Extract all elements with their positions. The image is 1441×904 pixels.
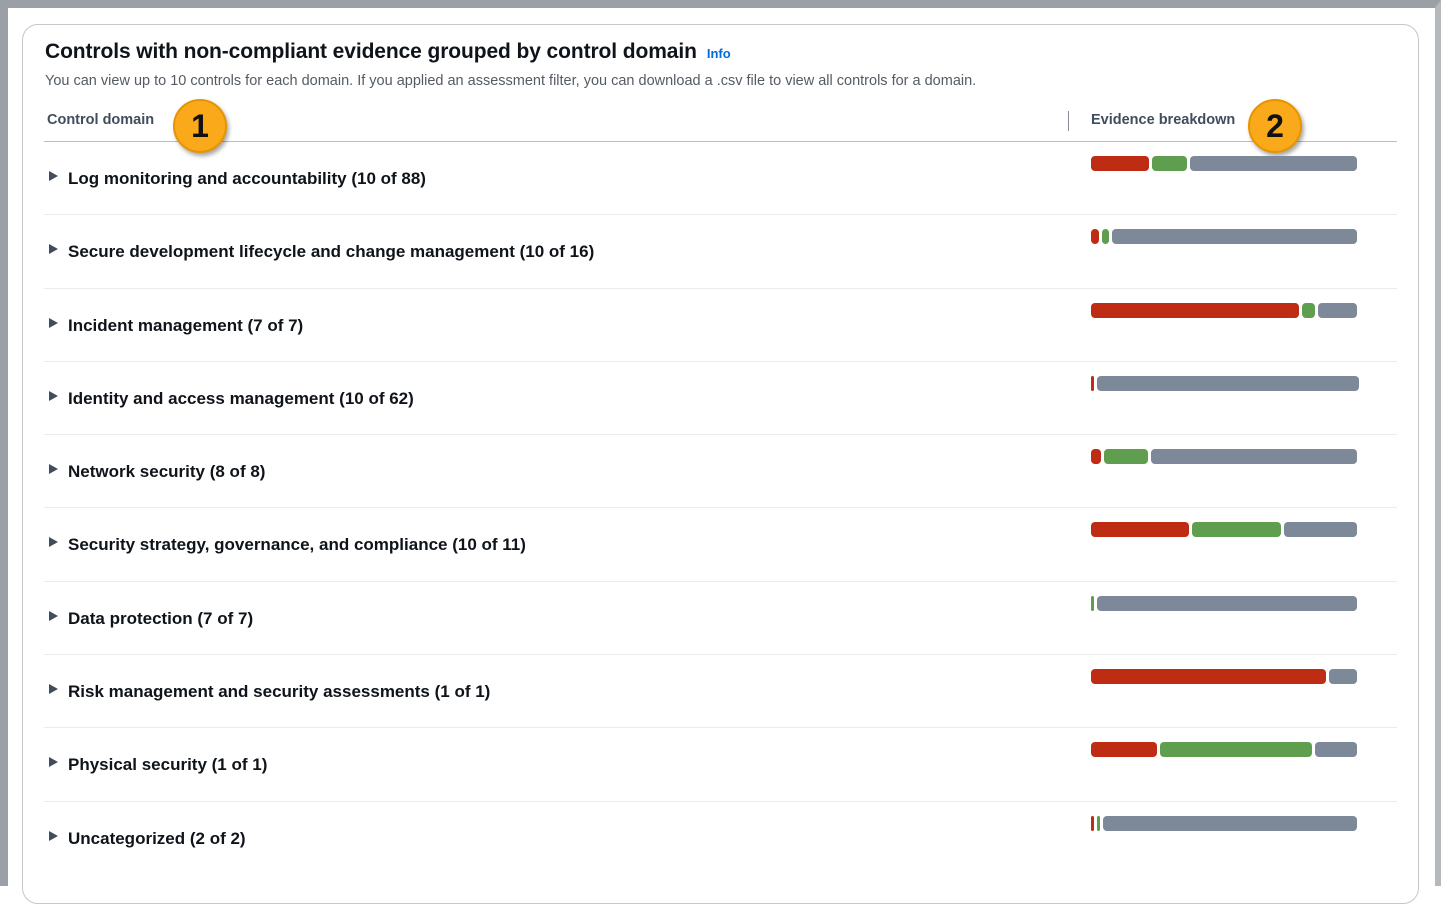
panel-title: Controls with non-compliant evidence gro… [45, 40, 697, 63]
control-domain-row[interactable]: Security strategy, governance, and compl… [44, 508, 1397, 582]
evidence-segment-non-compliant[interactable] [1091, 669, 1326, 685]
evidence-breakdown-bar[interactable] [1091, 815, 1358, 831]
evidence-segment-inconclusive[interactable] [1314, 742, 1357, 758]
column-header-control-domain: Control domain [47, 112, 155, 128]
evidence-segment-inconclusive[interactable] [1097, 375, 1359, 391]
control-domain-row[interactable]: Network security (8 of 8) [44, 435, 1397, 509]
control-domain-row[interactable]: Data protection (7 of 7) [44, 582, 1397, 656]
evidence-segment-non-compliant[interactable] [1091, 156, 1150, 171]
evidence-segment-non-compliant[interactable] [1091, 229, 1100, 245]
evidence-segment-non-compliant[interactable] [1091, 522, 1189, 538]
panel-header: Controls with non-compliant evidence gro… [45, 40, 731, 64]
expand-caret-icon[interactable] [49, 830, 58, 841]
evidence-breakdown-bar[interactable] [1091, 302, 1357, 318]
evidence-segment-non-compliant[interactable] [1091, 742, 1157, 758]
expand-caret-icon[interactable] [49, 610, 58, 621]
expand-caret-icon[interactable] [49, 244, 58, 255]
control-domain-row[interactable]: Physical security (1 of 1) [44, 728, 1397, 802]
panel-description: You can view up to 10 controls for each … [45, 73, 977, 89]
control-domain-label[interactable]: Risk management and security assessments… [68, 682, 490, 702]
expand-caret-icon[interactable] [49, 390, 58, 401]
expand-caret-icon[interactable] [49, 171, 58, 181]
control-domain-label[interactable]: Incident management (7 of 7) [68, 316, 303, 336]
evidence-breakdown-bar[interactable] [1091, 595, 1357, 611]
evidence-segment-non-compliant[interactable] [1091, 449, 1102, 465]
evidence-segment-inconclusive[interactable] [1317, 302, 1357, 318]
evidence-segment-compliant[interactable] [1301, 302, 1315, 318]
evidence-segment-inconclusive[interactable] [1328, 669, 1357, 685]
control-domain-row[interactable]: Incident management (7 of 7) [44, 289, 1397, 362]
evidence-segment-compliant[interactable] [1091, 595, 1094, 611]
evidence-breakdown-bar[interactable] [1091, 449, 1357, 465]
evidence-breakdown-bar[interactable] [1091, 522, 1357, 538]
evidence-breakdown-bar[interactable] [1091, 156, 1357, 171]
control-domain-list: Log monitoring and accountability (10 of… [44, 142, 1397, 875]
info-link[interactable]: Info [707, 46, 731, 61]
evidence-breakdown-bar[interactable] [1091, 375, 1359, 391]
evidence-segment-non-compliant[interactable] [1091, 302, 1299, 318]
evidence-segment-compliant[interactable] [1159, 742, 1312, 758]
evidence-segment-inconclusive[interactable] [1103, 815, 1358, 831]
control-domain-label[interactable]: Log monitoring and accountability (10 of… [68, 169, 426, 189]
evidence-segment-compliant[interactable] [1104, 449, 1148, 465]
evidence-segment-inconclusive[interactable] [1097, 595, 1357, 611]
control-domain-row[interactable]: Identity and access management (10 of 62… [44, 362, 1397, 436]
expand-caret-icon[interactable] [49, 537, 58, 548]
expand-caret-icon[interactable] [49, 317, 58, 328]
evidence-breakdown-bar[interactable] [1091, 742, 1357, 758]
evidence-segment-inconclusive[interactable] [1284, 522, 1357, 538]
evidence-segment-non-compliant[interactable] [1091, 815, 1094, 831]
control-domain-row[interactable]: Log monitoring and accountability (10 of… [44, 142, 1397, 216]
control-domain-label[interactable]: Network security (8 of 8) [68, 462, 265, 482]
evidence-breakdown-bar[interactable] [1091, 669, 1357, 685]
column-header-evidence-breakdown: Evidence breakdown [1091, 112, 1236, 128]
control-domain-label[interactable]: Secure development lifecycle and change … [68, 242, 594, 262]
evidence-segment-compliant[interactable] [1097, 815, 1100, 831]
evidence-segment-inconclusive[interactable] [1112, 229, 1357, 245]
control-domain-row[interactable]: Secure development lifecycle and change … [44, 215, 1397, 289]
control-domain-label[interactable]: Security strategy, governance, and compl… [68, 535, 526, 555]
evidence-segment-compliant[interactable] [1102, 229, 1110, 245]
control-domain-label[interactable]: Identity and access management (10 of 62… [68, 389, 414, 409]
evidence-segment-inconclusive[interactable] [1189, 156, 1357, 171]
control-domain-label[interactable]: Physical security (1 of 1) [68, 755, 267, 775]
expand-caret-icon[interactable] [49, 684, 58, 695]
evidence-segment-inconclusive[interactable] [1150, 449, 1357, 465]
control-domain-label[interactable]: Data protection (7 of 7) [68, 609, 253, 629]
control-domain-label[interactable]: Uncategorized (2 of 2) [68, 829, 246, 849]
expand-caret-icon[interactable] [49, 757, 58, 768]
column-divider[interactable] [1068, 111, 1069, 131]
control-domain-row[interactable]: Uncategorized (2 of 2) [44, 802, 1397, 875]
evidence-segment-compliant[interactable] [1152, 156, 1187, 171]
expand-caret-icon[interactable] [49, 464, 58, 475]
evidence-segment-non-compliant[interactable] [1091, 375, 1094, 391]
evidence-breakdown-bar[interactable] [1091, 229, 1357, 245]
evidence-segment-compliant[interactable] [1191, 522, 1282, 538]
control-domain-row[interactable]: Risk management and security assessments… [44, 655, 1397, 729]
